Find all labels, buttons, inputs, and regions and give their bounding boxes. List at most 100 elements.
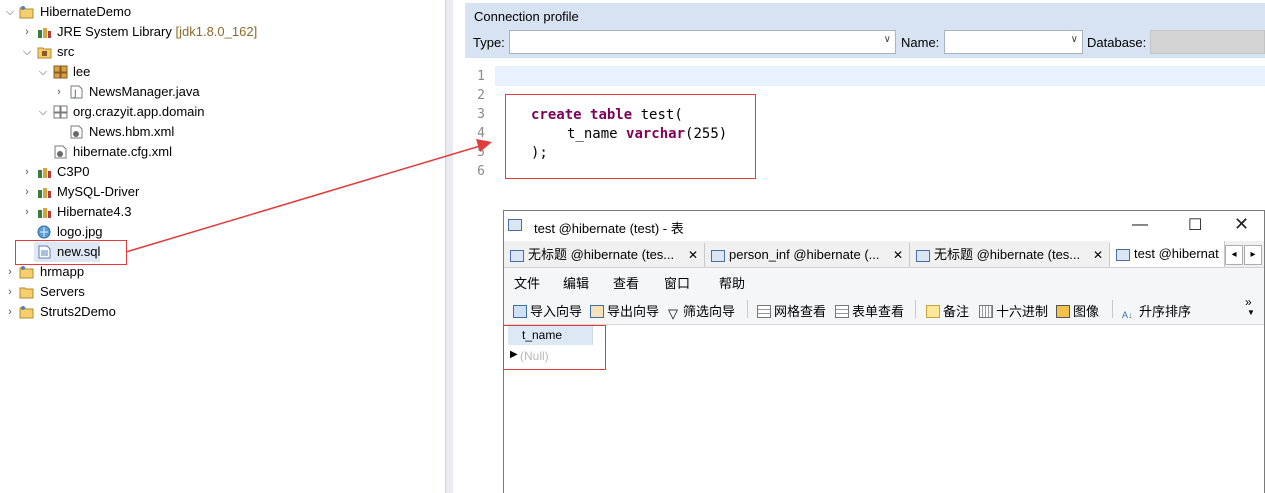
- project-folder-icon: [19, 306, 34, 319]
- toolbar-separator: [747, 300, 748, 318]
- chevron-right-icon[interactable]: ›: [5, 262, 15, 282]
- tab-scroll-left-icon[interactable]: ◂: [1225, 245, 1243, 265]
- tree-item-jre-library[interactable]: › JRE System Library [jdk1.8.0_162]: [0, 22, 440, 42]
- chevron-right-icon[interactable]: ›: [5, 302, 15, 322]
- form-view-button[interactable]: 表单查看: [835, 301, 904, 320]
- window-titlebar[interactable]: test @hibernate (test) - 表 — ☐ ✕: [504, 211, 1264, 241]
- hex-icon: [979, 305, 993, 318]
- tree-item-newsmanager[interactable]: › J NewsManager.java: [0, 82, 440, 102]
- library-icon: [38, 168, 51, 178]
- tree-item-news-hbm[interactable]: News.hbm.xml: [0, 122, 440, 142]
- tree-item-domain-package[interactable]: ⌵ org.crazyit.app.domain: [0, 102, 440, 122]
- menu-file[interactable]: 文件: [514, 273, 540, 292]
- query-icon: [510, 249, 524, 262]
- minimize-icon[interactable]: —: [1132, 216, 1148, 234]
- grid-icon: [757, 305, 771, 318]
- tree-item-lee[interactable]: ⌵ lee: [0, 62, 440, 82]
- chevron-right-icon[interactable]: ›: [22, 22, 32, 42]
- table-icon: [1116, 248, 1130, 261]
- tree-label: JRE System Library [jdk1.8.0_162]: [57, 24, 258, 39]
- chevron-right-icon[interactable]: ›: [22, 182, 32, 202]
- filter-wizard-button[interactable]: ▽ 筛选向导: [668, 301, 735, 321]
- tab-person-inf[interactable]: person_inf @hibernate (... ✕: [705, 243, 910, 267]
- svg-text:J: J: [73, 89, 77, 99]
- tree-item-hibernatedemo[interactable]: ⌵ HibernateDemo: [0, 2, 440, 22]
- tree-label: lee: [73, 64, 91, 79]
- menu-view[interactable]: 查看: [613, 273, 639, 292]
- chevron-down-icon[interactable]: ⌵: [38, 102, 48, 122]
- tree-label: News.hbm.xml: [89, 124, 175, 139]
- name-select[interactable]: ∨: [944, 30, 1083, 54]
- query-icon: [916, 249, 930, 262]
- chevron-right-icon[interactable]: ›: [5, 282, 15, 302]
- menu-edit[interactable]: 编辑: [563, 273, 589, 292]
- memo-button[interactable]: 备注: [926, 301, 969, 320]
- image-button[interactable]: 图像: [1056, 301, 1099, 320]
- tree-item-mysql-driver[interactable]: › MySQL-Driver: [0, 182, 440, 202]
- java-file-icon: J: [70, 85, 83, 99]
- tree-item-src[interactable]: ⌵ src: [0, 42, 440, 62]
- line-number: 6: [477, 164, 485, 179]
- chevron-down-icon[interactable]: ⌵: [5, 2, 15, 22]
- menu-window[interactable]: 窗口: [664, 273, 690, 292]
- data-grid: t_name ▶ (Null): [504, 325, 1264, 493]
- grid-view-button[interactable]: 网格查看: [757, 301, 826, 320]
- tree-label: org.crazyit.app.domain: [73, 104, 205, 119]
- folder-icon: [19, 287, 34, 299]
- tree-item-hrmapp[interactable]: › hrmapp: [0, 262, 440, 282]
- type-label: Type:: [473, 35, 505, 50]
- line-number: 1: [477, 69, 485, 84]
- hex-button[interactable]: 十六进制: [979, 301, 1048, 320]
- project-explorer: ⌵ HibernateDemo › JRE System Library [jd…: [0, 0, 445, 493]
- image-icon: [1056, 305, 1070, 318]
- tree-label: Struts2Demo: [40, 304, 116, 319]
- line-number: 4: [477, 126, 485, 141]
- sort-ascending-button[interactable]: A↓ 升序排序: [1122, 301, 1191, 323]
- chevron-right-icon[interactable]: ›: [22, 202, 32, 222]
- menu-help[interactable]: 帮助: [719, 273, 745, 292]
- toolbar-separator: [915, 300, 916, 318]
- close-icon[interactable]: ✕: [688, 243, 698, 267]
- image-file-icon: [37, 225, 51, 239]
- code-line-3: );: [531, 145, 548, 161]
- line-number: 5: [477, 145, 485, 160]
- close-icon[interactable]: ✕: [1093, 243, 1103, 267]
- code-line-2: t_name varchar(255): [567, 126, 728, 142]
- tree-label: HibernateDemo: [40, 4, 132, 19]
- sql-code-block[interactable]: create table test( t_name varchar(255) )…: [505, 94, 756, 179]
- tree-label: MySQL-Driver: [57, 184, 140, 199]
- chevron-down-icon[interactable]: ⌵: [22, 42, 32, 62]
- tree-item-logo[interactable]: logo.jpg: [0, 222, 440, 242]
- tab-untitled-1[interactable]: 无标题 @hibernate (tes... ✕: [504, 243, 705, 267]
- tree-item-servers[interactable]: › Servers: [0, 282, 440, 302]
- chevron-right-icon[interactable]: ›: [54, 82, 64, 102]
- tab-scroll-right-icon[interactable]: ▸: [1244, 245, 1262, 265]
- type-select[interactable]: ∨: [509, 30, 896, 54]
- export-wizard-button[interactable]: 导出向导: [590, 301, 659, 320]
- chevron-down-icon[interactable]: ▼: [1247, 308, 1255, 317]
- chevron-down-icon[interactable]: ⌵: [38, 62, 48, 82]
- tree-item-struts2demo[interactable]: › Struts2Demo: [0, 302, 440, 322]
- library-icon: [38, 28, 51, 38]
- line-number: 3: [477, 107, 485, 122]
- chevron-right-icon[interactable]: ›: [22, 162, 32, 182]
- tree-item-c3p0[interactable]: › C3P0: [0, 162, 440, 182]
- tree-label: C3P0: [57, 164, 90, 179]
- toolbar-overflow-icon[interactable]: »: [1245, 295, 1252, 309]
- import-wizard-button[interactable]: 导入向导: [513, 301, 582, 320]
- close-icon[interactable]: ✕: [1234, 214, 1249, 235]
- tree-label: src: [57, 44, 75, 59]
- close-icon[interactable]: ✕: [893, 243, 903, 267]
- tree-label: logo.jpg: [57, 224, 103, 239]
- tab-test-active[interactable]: test @hibernat: [1110, 241, 1225, 267]
- database-select[interactable]: [1150, 30, 1265, 54]
- project-folder-icon: [19, 266, 34, 279]
- tree-label: Servers: [40, 284, 85, 299]
- maximize-icon[interactable]: ☐: [1188, 215, 1202, 235]
- table-icon: [508, 219, 522, 231]
- tree-item-hibernate-cfg[interactable]: hibernate.cfg.xml: [0, 142, 440, 162]
- tab-untitled-2[interactable]: 无标题 @hibernate (tes... ✕: [910, 243, 1110, 267]
- tree-item-hibernate43[interactable]: › Hibernate4.3: [0, 202, 440, 222]
- tree-label: Hibernate4.3: [57, 204, 132, 219]
- memo-icon: [926, 305, 940, 318]
